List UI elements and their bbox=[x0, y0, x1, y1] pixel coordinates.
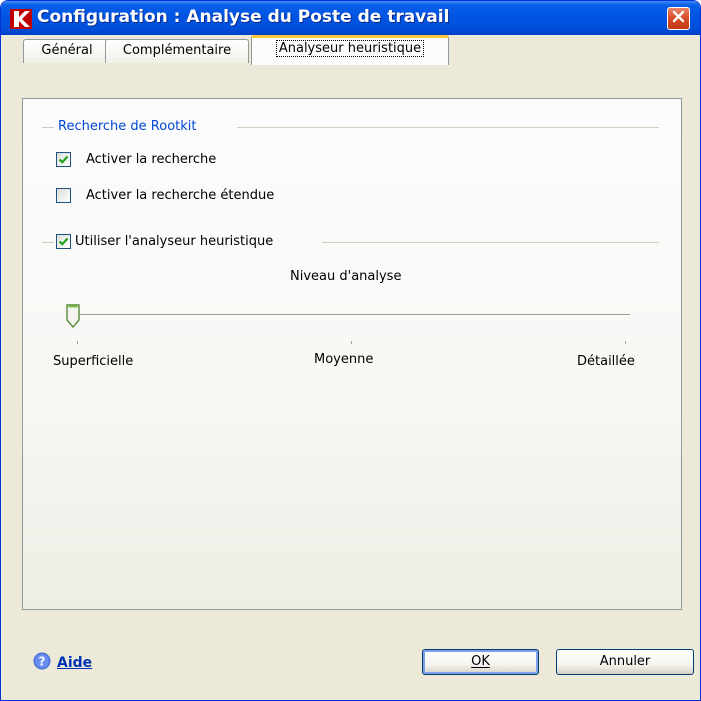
help-link[interactable]: ? Aide bbox=[33, 652, 92, 674]
tab-label: Général bbox=[41, 43, 93, 58]
analysis-level-slider-thumb[interactable] bbox=[66, 304, 80, 329]
check-mark-icon bbox=[58, 237, 69, 246]
close-icon bbox=[672, 10, 685, 27]
enable-search-checkbox[interactable] bbox=[56, 152, 71, 167]
help-link-label[interactable]: Aide bbox=[57, 655, 92, 671]
tab-complementaire[interactable]: Complémentaire bbox=[105, 39, 249, 63]
analysis-level-slider-track[interactable] bbox=[75, 314, 630, 317]
help-question-icon: ? bbox=[33, 652, 51, 674]
svg-text:?: ? bbox=[39, 655, 46, 669]
enable-extended-search-checkbox[interactable] bbox=[56, 188, 71, 203]
level-label-superficielle: Superficielle bbox=[53, 354, 134, 369]
window-title: Configuration : Analyse du Poste de trav… bbox=[37, 7, 450, 27]
enable-extended-search-label[interactable]: Activer la recherche étendue bbox=[86, 188, 274, 203]
tab-label: Analyseur heuristique bbox=[275, 40, 425, 57]
enable-search-label[interactable]: Activer la recherche bbox=[86, 152, 216, 167]
tab-analyseur-heuristique[interactable]: Analyseur heuristique bbox=[251, 35, 449, 65]
cancel-button-label: Annuler bbox=[599, 654, 651, 669]
slider-tick bbox=[77, 341, 78, 344]
analysis-level-title: Niveau d'analyse bbox=[290, 269, 402, 284]
close-button[interactable] bbox=[667, 7, 690, 30]
group-line bbox=[42, 242, 54, 243]
ok-button[interactable]: OK bbox=[422, 649, 539, 675]
tab-general[interactable]: Général bbox=[23, 39, 111, 63]
dialog-window: Configuration : Analyse du Poste de trav… bbox=[0, 0, 701, 701]
rootkit-group-title: Recherche de Rootkit bbox=[58, 119, 197, 134]
slider-tick bbox=[625, 341, 626, 344]
kaspersky-k-icon bbox=[10, 9, 32, 29]
tab-label: Complémentaire bbox=[122, 43, 232, 58]
cancel-button[interactable]: Annuler bbox=[556, 649, 694, 675]
group-line bbox=[237, 127, 659, 128]
slider-tick bbox=[351, 341, 352, 344]
title-bar[interactable]: Configuration : Analyse du Poste de trav… bbox=[1, 1, 700, 35]
check-mark-icon bbox=[58, 155, 69, 164]
use-heuristic-checkbox[interactable] bbox=[56, 234, 71, 249]
level-label-moyenne: Moyenne bbox=[314, 352, 374, 367]
group-line bbox=[42, 127, 54, 128]
level-label-detaillee: Détaillée bbox=[577, 354, 635, 369]
group-line bbox=[322, 242, 659, 243]
ok-button-label: OK bbox=[471, 654, 490, 669]
use-heuristic-label[interactable]: Utiliser l'analyseur heuristique bbox=[75, 234, 273, 249]
